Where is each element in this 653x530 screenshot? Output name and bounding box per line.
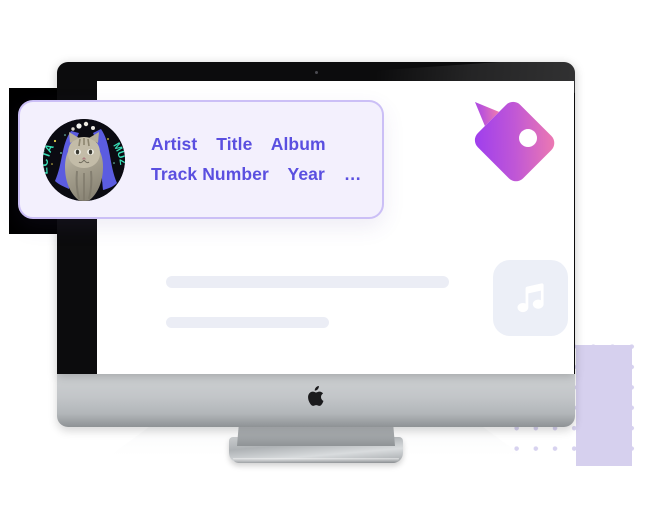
cat-album-art-icon: ECTA MUZ	[43, 118, 125, 201]
monitor-chin	[57, 371, 575, 427]
field-year: Year	[287, 164, 325, 184]
metadata-field-list: Artist Title Album Track Number Year …	[151, 133, 362, 184]
album-art-thumbnail: ECTA MUZ	[43, 118, 125, 201]
music-note-icon	[517, 283, 544, 313]
field-artist: Artist	[151, 133, 198, 154]
field-album: Album	[270, 133, 326, 154]
field-ellipsis: …	[343, 164, 362, 184]
music-note-tile	[493, 260, 568, 336]
field-title: Title	[216, 133, 253, 154]
hero-illustration-stage: ECTA MUZ Artist Title Album Track Number	[0, 0, 653, 530]
placeholder-bar-long	[166, 276, 449, 288]
webcam-icon	[314, 71, 318, 74]
metadata-fields-row-2: Track Number Year …	[151, 164, 362, 184]
metadata-card[interactable]: ECTA MUZ Artist Title Album Track Number	[18, 100, 384, 219]
apple-logo	[308, 386, 324, 406]
placeholder-bar-short	[166, 317, 329, 328]
field-track-number: Track Number	[151, 164, 269, 184]
decorative-lavender-block	[576, 345, 632, 466]
tag-icon	[474, 101, 555, 182]
metadata-fields-row-1: Artist Title Album	[151, 133, 361, 154]
